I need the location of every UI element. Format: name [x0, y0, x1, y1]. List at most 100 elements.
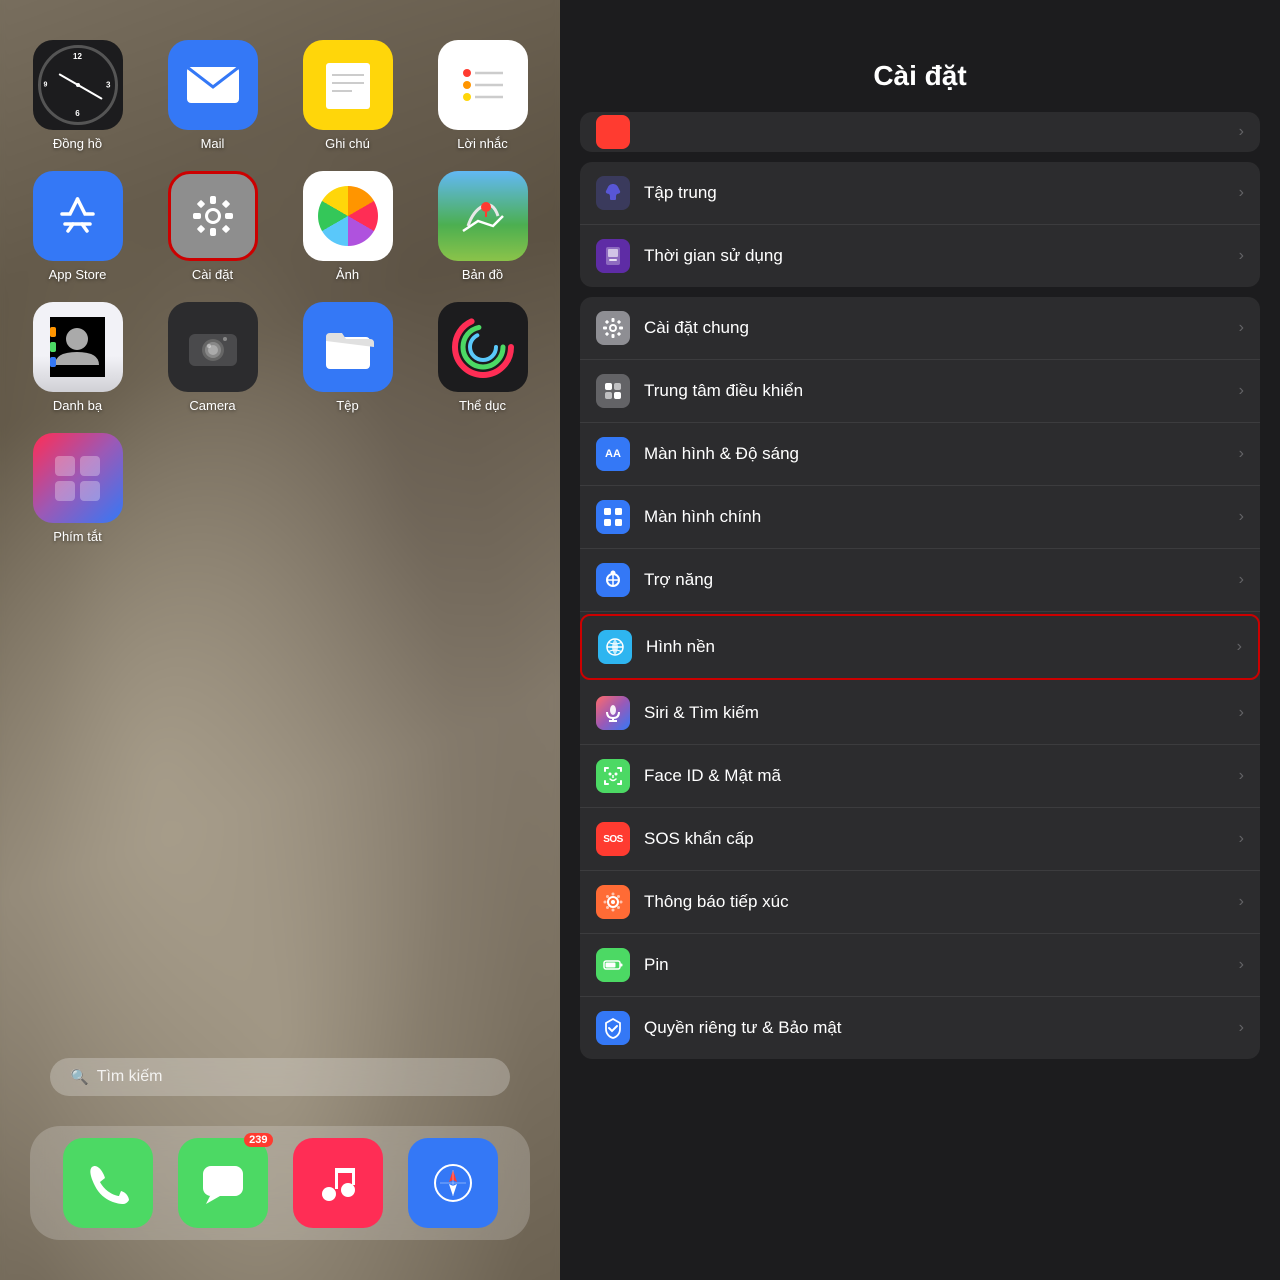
app-label-mail: Mail	[201, 136, 225, 151]
app-label-maps: Bản đồ	[462, 267, 503, 282]
search-icon: 🔍	[70, 1068, 89, 1086]
settings-item-sos[interactable]: SOS SOS khẩn cấp ›	[580, 808, 1260, 871]
app-label-reminders: Lời nhắc	[457, 136, 507, 151]
app-maps[interactable]: Bản đồ	[425, 171, 540, 282]
app-icon-mail	[168, 40, 258, 130]
app-icon-appstore	[33, 171, 123, 261]
app-label-shortcuts: Phím tắt	[53, 529, 101, 544]
app-icon-maps	[438, 171, 528, 261]
app-label-camera: Camera	[189, 398, 235, 413]
settings-item-battery[interactable]: Pin ›	[580, 934, 1260, 997]
faceid-chevron: ›	[1239, 767, 1244, 785]
home-screen: 12 6 3 9 Đồng hồ Mail	[0, 0, 560, 1280]
control-chevron: ›	[1239, 382, 1244, 400]
settings-item-general[interactable]: Cài đặt chung ›	[580, 297, 1260, 360]
settings-item-faceid[interactable]: Face ID & Mật mã ›	[580, 745, 1260, 808]
dock-music[interactable]	[293, 1138, 383, 1228]
app-grid-row4: Phím tắt	[20, 433, 540, 544]
privacy-icon	[596, 1011, 630, 1045]
app-grid-row3: Danh bạ Camera	[20, 302, 540, 413]
app-contacts[interactable]: Danh bạ	[20, 302, 135, 413]
accessibility-icon	[596, 563, 630, 597]
dock-icon-phone	[63, 1138, 153, 1228]
app-icon-photos	[303, 171, 393, 261]
partial-top-item[interactable]: ›	[580, 112, 1260, 152]
homescreen-label: Màn hình chính	[644, 507, 1231, 527]
focus-label: Tập trung	[644, 183, 1231, 203]
settings-item-accessibility[interactable]: Trợ năng ›	[580, 549, 1260, 612]
app-icon-notes	[303, 40, 393, 130]
app-grid-row1: 12 6 3 9 Đồng hồ Mail	[20, 40, 540, 151]
app-icon-camera	[168, 302, 258, 392]
settings-list: › Tập trung ›	[560, 112, 1280, 1280]
app-label-appstore: App Store	[49, 267, 107, 282]
app-mail[interactable]: Mail	[155, 40, 270, 151]
app-clock[interactable]: 12 6 3 9 Đồng hồ	[20, 40, 135, 151]
wallpaper-label: Hình nền	[646, 637, 1229, 657]
settings-item-wallpaper[interactable]: Hình nền ›	[580, 614, 1260, 680]
messages-badge: 239	[244, 1133, 272, 1147]
app-icon-reminders	[438, 40, 528, 130]
app-settings[interactable]: Cài đặt	[155, 171, 270, 282]
app-fitness[interactable]: Thể dục	[425, 302, 540, 413]
app-label-settings: Cài đặt	[192, 267, 233, 282]
app-camera[interactable]: Camera	[155, 302, 270, 413]
settings-title: Cài đặt	[873, 60, 966, 91]
app-icon-settings	[168, 171, 258, 261]
display-chevron: ›	[1239, 445, 1244, 463]
settings-group-2: Cài đặt chung › Trung tâm điều khiển ›	[580, 297, 1260, 1059]
siri-label: Siri & Tìm kiếm	[644, 703, 1231, 723]
search-bar[interactable]: 🔍 Tìm kiếm	[50, 1058, 510, 1096]
app-notes[interactable]: Ghi chú	[290, 40, 405, 151]
exposure-icon	[596, 885, 630, 919]
settings-item-screentime[interactable]: Thời gian sử dụng ›	[580, 225, 1260, 287]
dock-messages[interactable]: 239	[178, 1138, 268, 1228]
app-appstore[interactable]: App Store	[20, 171, 135, 282]
general-label: Cài đặt chung	[644, 318, 1231, 338]
settings-item-privacy[interactable]: Quyền riêng tư & Bảo mật ›	[580, 997, 1260, 1059]
dock-safari[interactable]	[408, 1138, 498, 1228]
search-text: Tìm kiếm	[97, 1068, 163, 1086]
app-icon-files	[303, 302, 393, 392]
dock-icon-music	[293, 1138, 383, 1228]
app-icon-clock: 12 6 3 9	[33, 40, 123, 130]
screentime-label: Thời gian sử dụng	[644, 246, 1231, 266]
settings-item-display[interactable]: AA Màn hình & Độ sáng ›	[580, 423, 1260, 486]
exposure-chevron: ›	[1239, 893, 1244, 911]
app-photos[interactable]: Ảnh	[290, 171, 405, 282]
settings-group-1: Tập trung › Thời gian sử dụng ›	[580, 162, 1260, 287]
app-files[interactable]: Tệp	[290, 302, 405, 413]
sos-label: SOS khẩn cấp	[644, 829, 1231, 849]
battery-label: Pin	[644, 955, 1231, 975]
settings-item-homescreen[interactable]: Màn hình chính ›	[580, 486, 1260, 549]
screentime-icon	[596, 239, 630, 273]
app-icon-shortcuts	[33, 433, 123, 523]
focus-icon	[596, 176, 630, 210]
general-chevron: ›	[1239, 319, 1244, 337]
homescreen-icon	[596, 500, 630, 534]
app-label-clock: Đồng hồ	[53, 136, 102, 151]
app-shortcuts[interactable]: Phím tắt	[20, 433, 135, 544]
app-label-fitness: Thể dục	[459, 398, 506, 413]
app-reminders[interactable]: Lời nhắc	[425, 40, 540, 151]
homescreen-chevron: ›	[1239, 508, 1244, 526]
app-grid-row2: App Store	[20, 171, 540, 282]
settings-header: Cài đặt	[560, 0, 1280, 112]
settings-item-control[interactable]: Trung tâm điều khiển ›	[580, 360, 1260, 423]
control-icon	[596, 374, 630, 408]
settings-item-exposure[interactable]: Thông báo tiếp xúc ›	[580, 871, 1260, 934]
dock-icon-safari	[408, 1138, 498, 1228]
wallpaper-icon	[598, 630, 632, 664]
app-label-notes: Ghi chú	[325, 136, 370, 151]
settings-item-focus[interactable]: Tập trung ›	[580, 162, 1260, 225]
siri-icon	[596, 696, 630, 730]
dock: 239	[30, 1126, 530, 1240]
battery-icon	[596, 948, 630, 982]
dock-phone[interactable]	[63, 1138, 153, 1228]
accessibility-label: Trợ năng	[644, 570, 1231, 590]
partial-chevron: ›	[1239, 123, 1244, 141]
settings-item-siri[interactable]: Siri & Tìm kiếm ›	[580, 682, 1260, 745]
accessibility-chevron: ›	[1239, 571, 1244, 589]
sos-icon: SOS	[596, 822, 630, 856]
control-label: Trung tâm điều khiển	[644, 381, 1231, 401]
